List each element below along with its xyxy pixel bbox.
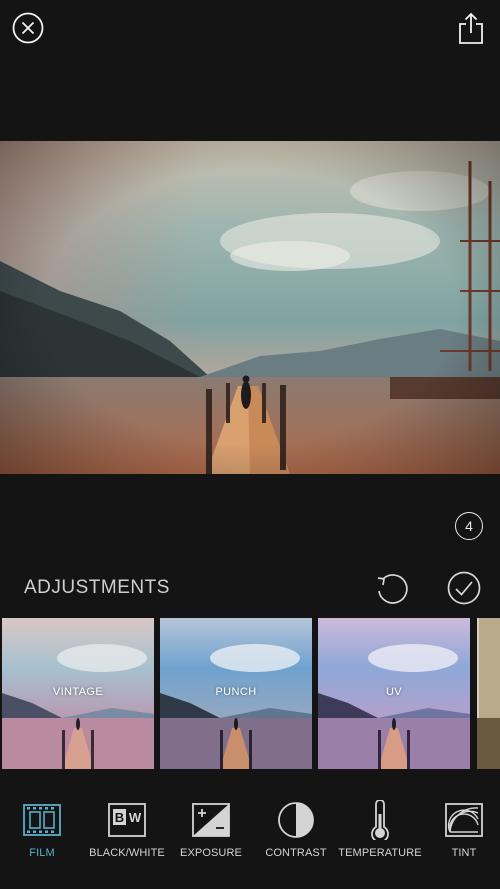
edit-count-badge[interactable]: 4 [455,512,483,540]
preset-label: VINTAGE [52,686,104,698]
confirm-button[interactable] [446,570,482,606]
close-button[interactable] [12,12,44,44]
contrast-icon [278,802,314,838]
preset-thumb-punch[interactable]: PUNCH [160,618,312,769]
tool-tint[interactable]: TINT [419,800,500,870]
preset-thumb-uv[interactable]: UV [318,618,470,769]
tool-exposure[interactable]: EXPOSURE [166,800,256,870]
thermometer-icon [371,800,389,840]
thumbnail-image [477,618,500,769]
tool-label: TINT [451,847,477,859]
preset-label: UV [385,686,403,698]
pier-lake-photo [0,141,500,474]
tool-label: BLACK/WHITE [89,847,165,859]
tool-label: FILM [29,847,55,859]
svg-text:B: B [115,810,124,825]
undo-button[interactable] [374,570,410,606]
tool-label: CONTRAST [265,847,327,859]
preset-thumb-vintage[interactable]: VINTAGE [2,618,154,769]
film-icon [23,804,61,836]
preset-thumb-next[interactable] [477,618,500,769]
share-icon [459,12,483,44]
tint-icon [445,803,483,837]
bw-icon: B W [108,803,146,837]
preset-label: PUNCH [215,686,257,698]
share-button[interactable] [455,10,487,46]
checkmark-icon [447,571,481,605]
tool-temperature[interactable]: TEMPERATURE [335,800,425,870]
undo-icon [377,574,408,604]
exposure-icon [192,803,230,837]
tool-contrast[interactable]: CONTRAST [251,800,341,870]
main-photo[interactable] [0,141,500,474]
adjustments-title: ADJUSTMENTS [24,577,170,598]
tool-label: EXPOSURE [180,847,242,859]
close-icon [12,12,44,44]
tool-black-white[interactable]: B W BLACK/WHITE [82,800,172,870]
tool-label: TEMPERATURE [338,847,422,859]
svg-text:W: W [129,810,142,825]
tool-film[interactable]: FILM [0,800,87,870]
